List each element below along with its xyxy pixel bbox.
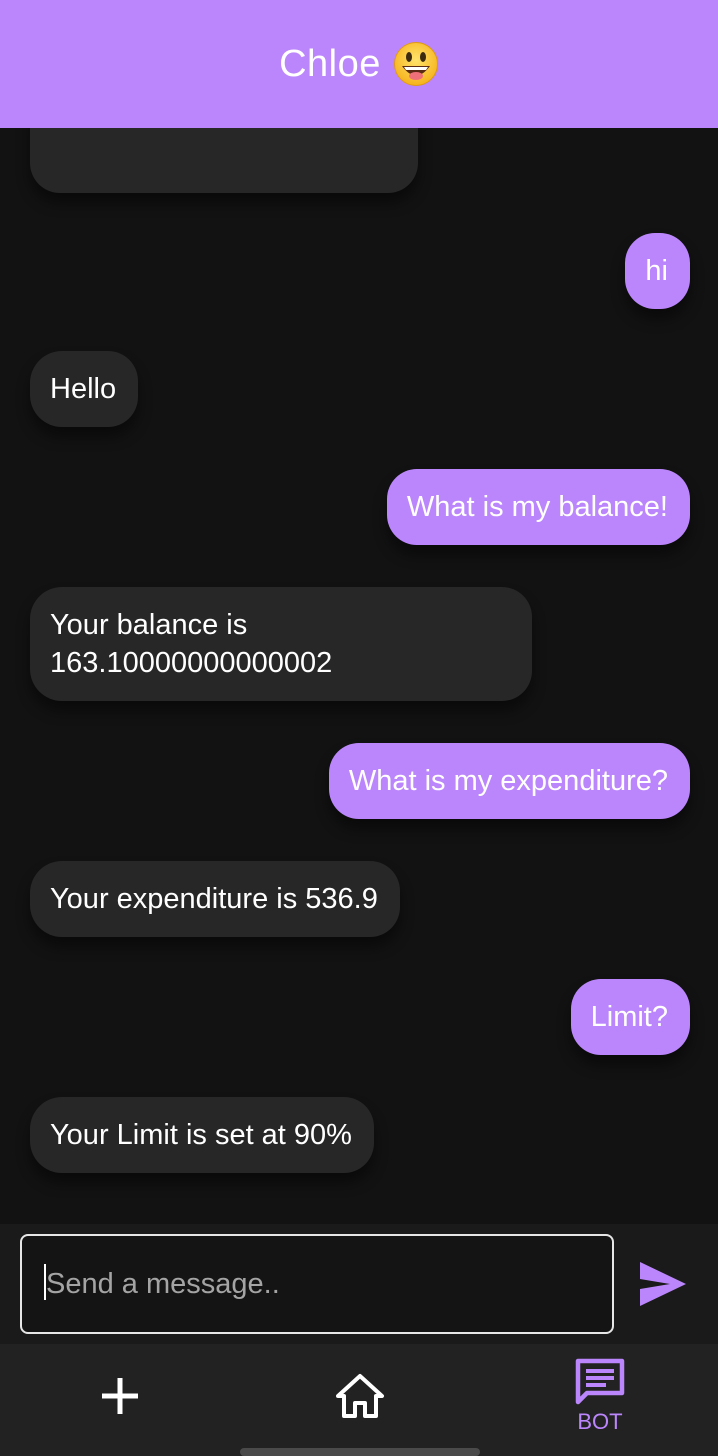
chat-screen: Chloe hi Hello What is my balance! Your …	[0, 0, 718, 1456]
home-indicator	[240, 1448, 480, 1456]
text-cursor	[44, 1264, 46, 1300]
bottom-navigation: BOT	[0, 1344, 718, 1456]
home-icon	[336, 1374, 384, 1418]
plus-icon	[102, 1378, 138, 1414]
nav-add-button[interactable]	[60, 1344, 180, 1448]
user-message: hi	[625, 233, 690, 309]
bot-message: Your expenditure is 536.9	[30, 861, 400, 937]
message-input[interactable]	[20, 1234, 614, 1334]
nav-bot-label: BOT	[577, 1409, 623, 1434]
bot-message: Hello	[30, 351, 139, 427]
grinning-face-icon	[393, 41, 439, 87]
send-icon	[640, 1262, 686, 1306]
message-list[interactable]: hi Hello What is my balance! Your balanc…	[0, 128, 718, 1224]
header-title: Chloe	[279, 42, 381, 85]
previous-bot-message	[30, 128, 418, 193]
bot-message: Your Limit is set at 90%	[30, 1097, 374, 1173]
user-message: Limit?	[570, 979, 690, 1055]
bot-message: Your balance is 163.10000000000002	[30, 587, 532, 701]
app-header: Chloe	[0, 0, 718, 128]
nav-home-button[interactable]	[300, 1344, 420, 1448]
user-message: What is my balance!	[386, 469, 690, 545]
send-button[interactable]	[632, 1256, 692, 1312]
nav-bot-button[interactable]: BOT	[540, 1344, 660, 1448]
message-composer	[0, 1224, 718, 1344]
chat-icon	[575, 1358, 625, 1405]
user-message: What is my expenditure?	[328, 743, 690, 819]
